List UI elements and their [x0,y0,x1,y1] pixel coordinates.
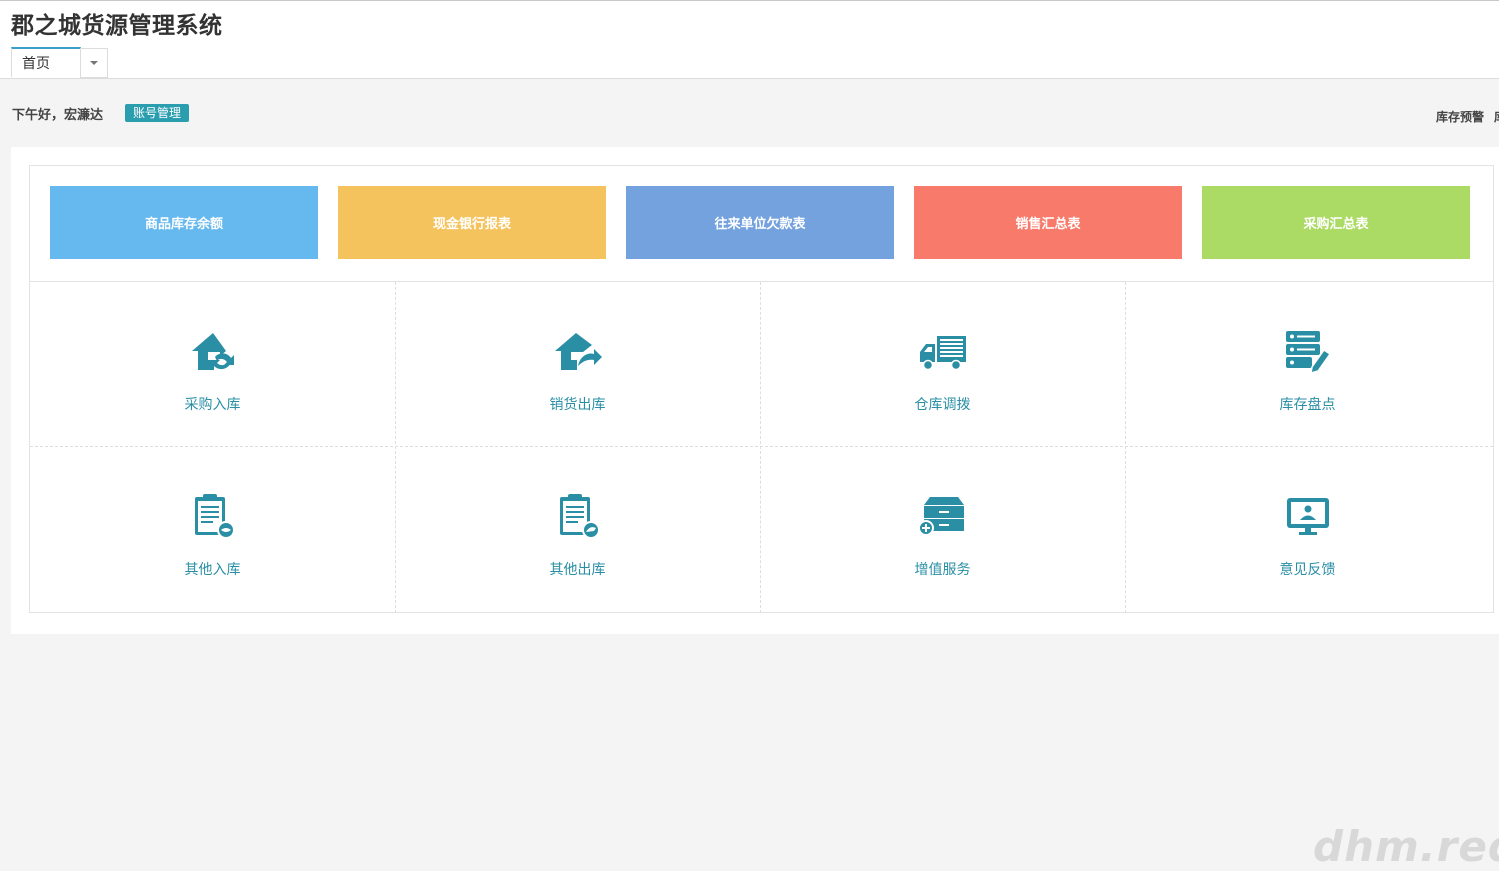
clipboard-out-icon [553,494,603,539]
account-management-button[interactable]: 账号管理 [125,104,190,122]
feature-purchase-in[interactable]: 采购入库 [30,282,395,446]
main-panel: 商品库存余额 现金银行报表 往来单位欠款表 销售汇总表 采购汇总表 采购入库 销… [11,147,1499,634]
feature-grid: 采购入库 销货出库 仓库调拨 库存盘点 其他入库 其他出库 增值服务 意见反馈 [30,281,1493,613]
house-arrow-out-icon [553,330,603,374]
stock-warning-next-link[interactable]: 库 [1494,108,1499,125]
feature-stock-count[interactable]: 库存盘点 [1125,282,1490,446]
dashboard-box: 商品库存余额 现金银行报表 往来单位欠款表 销售汇总表 采购汇总表 采购入库 销… [29,165,1494,613]
report-purchase-summary[interactable]: 采购汇总表 [1202,186,1470,259]
truck-icon [918,330,968,374]
feature-value-added-service[interactable]: 增值服务 [760,447,1125,611]
feature-feedback[interactable]: 意见反馈 [1125,447,1490,611]
report-inventory-balance[interactable]: 商品库存余额 [50,186,318,259]
server-edit-icon [1283,330,1333,374]
feature-other-in[interactable]: 其他入库 [30,447,395,611]
stock-warning-link[interactable]: 库存预警 [1436,108,1484,125]
tab-home[interactable]: 首页 [11,47,81,77]
feature-sales-out[interactable]: 销货出库 [395,282,760,446]
feature-label: 意见反馈 [1279,562,1336,578]
tab-bar: 首页 [11,47,108,78]
greeting-text: 下午好，宏濂达 [12,108,104,123]
feature-label: 其他入库 [184,562,241,578]
report-unit-debts[interactable]: 往来单位欠款表 [626,186,894,259]
feature-label: 其他出库 [549,562,606,578]
app-title: 郡之城货源管理系统 [11,13,223,39]
tab-dropdown-button[interactable] [80,48,108,78]
report-cash-bank[interactable]: 现金银行报表 [338,186,606,259]
cabinet-plus-icon [917,495,968,539]
house-arrow-in-icon [188,330,238,374]
feature-label: 仓库调拨 [914,397,971,413]
clipboard-in-icon [188,494,238,539]
caret-down-icon [90,61,98,65]
report-sales-summary[interactable]: 销售汇总表 [914,186,1182,259]
monitor-user-icon [1283,495,1333,539]
feature-warehouse-transfer[interactable]: 仓库调拨 [760,282,1125,446]
feature-label: 库存盘点 [1279,397,1336,413]
feature-label: 销货出库 [549,397,606,413]
feature-other-out[interactable]: 其他出库 [395,447,760,611]
watermark-text: dhm.red [1313,822,1499,871]
feature-label: 采购入库 [184,397,241,413]
feature-label: 增值服务 [914,562,971,578]
report-tiles: 商品库存余额 现金银行报表 往来单位欠款表 销售汇总表 采购汇总表 [50,186,1470,259]
header: 郡之城货源管理系统 首页 [0,1,1499,79]
